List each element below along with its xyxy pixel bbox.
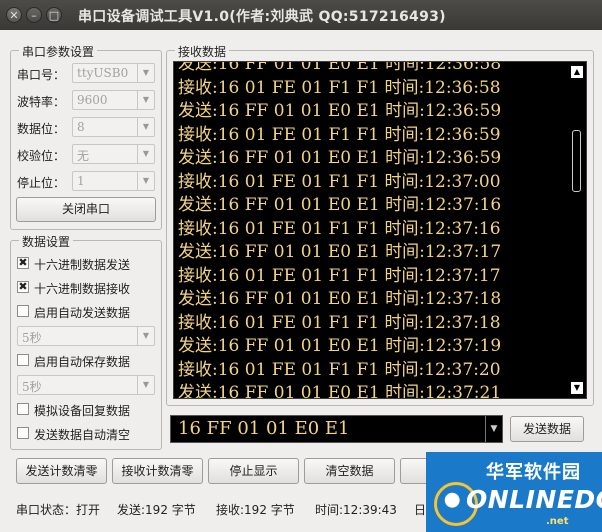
hex-recv-label: 十六进制数据接收 bbox=[34, 282, 131, 296]
scroll-down-icon[interactable]: ▼ bbox=[571, 382, 583, 394]
chevron-down-icon: ▼ bbox=[137, 91, 154, 109]
auto-save-label: 启用自动保存数据 bbox=[34, 355, 131, 369]
hex-send-checkbox[interactable]: ✖ bbox=[17, 257, 29, 269]
port-label: 串口号： bbox=[17, 68, 66, 82]
scroll-up-icon[interactable]: ▲ bbox=[571, 66, 583, 78]
hex-recv-checkbox[interactable]: ✖ bbox=[17, 281, 29, 293]
chevron-down-icon: ▼ bbox=[137, 376, 154, 394]
log-line: 发送:16 FF 01 01 E0 E1 时间:12:37:21 bbox=[178, 383, 502, 399]
receive-lines: 发送:16 FF 01 01 E0 E1 时间:12:36:58 接收:16 0… bbox=[178, 61, 568, 399]
log-line: 发送:16 FF 01 01 E0 E1 时间:12:36:59 bbox=[178, 148, 502, 168]
data-settings-legend: 数据设置 bbox=[19, 233, 74, 250]
close-port-button[interactable]: 关闭串口 bbox=[16, 197, 156, 222]
port-status: 串口状态：打开 bbox=[16, 503, 101, 517]
log-line: 接收:16 01 FE 01 F1 F1 时间:12:37:17 bbox=[178, 265, 501, 286]
log-line: 发送:16 FF 01 01 E0 E1 时间:12:37:17 bbox=[178, 242, 502, 262]
received-bytes: 接收:192 字节 bbox=[216, 503, 295, 517]
maximize-window-icon[interactable]: □ bbox=[46, 7, 62, 23]
auto-save-checkbox[interactable] bbox=[17, 354, 29, 366]
sent-bytes: 发送:192 字节 bbox=[117, 503, 196, 517]
serial-settings-legend: 串口参数设置 bbox=[19, 43, 98, 60]
auto-clear-label: 发送数据自动清空 bbox=[34, 428, 131, 442]
watermark-overlay: 华军软件园 ONLINEDOWN .net bbox=[426, 452, 602, 532]
auto-send-interval-select[interactable]: 5秒 ▼ bbox=[17, 326, 155, 346]
log-line: 发送:16 FF 01 01 E0 E1 时间:12:37:18 bbox=[178, 289, 502, 309]
hex-send-label: 十六进制数据发送 bbox=[34, 258, 131, 272]
port-select[interactable]: ttyUSB0 ▼ bbox=[72, 63, 155, 83]
databits-select[interactable]: 8 ▼ bbox=[72, 117, 155, 137]
clear-data-button[interactable]: 清空数据 bbox=[304, 458, 395, 484]
auto-save-interval-select[interactable]: 5秒 ▼ bbox=[17, 375, 155, 395]
log-line: 接收:16 01 FE 01 F1 F1 时间:12:37:00 bbox=[178, 171, 501, 192]
log-line: 发送:16 FF 01 01 E0 E1 时间:12:36:59 bbox=[178, 101, 502, 121]
baud-select[interactable]: 9600 ▼ bbox=[72, 90, 155, 110]
log-line: 接收:16 01 FE 01 F1 F1 时间:12:37:16 bbox=[178, 218, 501, 239]
auto-clear-checkbox[interactable] bbox=[17, 427, 29, 439]
window-title: 串口设备调试工具V1.0(作者:刘典武 QQ:517216493) bbox=[78, 9, 446, 25]
send-data-button[interactable]: 发送数据 bbox=[510, 416, 584, 442]
simulate-reply-label: 模拟设备回复数据 bbox=[34, 404, 131, 418]
receive-scrollbar[interactable]: ▲ ▼ bbox=[568, 62, 586, 398]
log-line: 接收:16 01 FE 01 F1 F1 时间:12:36:58 bbox=[178, 77, 501, 98]
watermark-sub-text: .net bbox=[546, 516, 569, 527]
watermark-main-text: ONLINEDOWN bbox=[466, 485, 602, 514]
chevron-down-icon: ▼ bbox=[137, 64, 154, 82]
chevron-down-icon: ▼ bbox=[137, 145, 154, 163]
status-time: 时间:12:39:43 bbox=[315, 503, 397, 517]
log-line: 接收:16 01 FE 01 F1 F1 时间:12:37:18 bbox=[178, 312, 501, 333]
close-window-icon[interactable]: ✕ bbox=[6, 7, 22, 23]
title-bar: ✕ – □ 串口设备调试工具V1.0(作者:刘典武 QQ:517216493) bbox=[0, 0, 602, 30]
pause-display-button[interactable]: 停止显示 bbox=[208, 458, 299, 484]
log-line: 接收:16 01 FE 01 F1 F1 时间:12:37:20 bbox=[178, 359, 501, 380]
auto-send-checkbox[interactable] bbox=[17, 305, 29, 317]
receive-textarea[interactable]: 发送:16 FF 01 01 E0 E1 时间:12:36:58 接收:16 0… bbox=[173, 61, 587, 399]
receive-legend: 接收数据 bbox=[175, 43, 230, 60]
watermark-top-text: 华军软件园 bbox=[486, 462, 581, 483]
send-count-clear-button[interactable]: 发送计数清零 bbox=[16, 458, 107, 484]
parity-label: 校验位： bbox=[17, 149, 66, 163]
auto-send-label: 启用自动发送数据 bbox=[34, 306, 131, 320]
recv-count-clear-button[interactable]: 接收计数清零 bbox=[112, 458, 203, 484]
parity-select[interactable]: 无 ▼ bbox=[72, 144, 155, 164]
scroll-thumb[interactable] bbox=[572, 130, 581, 192]
log-line: 接收:16 01 FE 01 F1 F1 时间:12:36:59 bbox=[178, 124, 501, 145]
chevron-down-icon: ▼ bbox=[137, 327, 154, 345]
log-line: 发送:16 FF 01 01 E0 E1 时间:12:37:16 bbox=[178, 195, 502, 215]
status-extra: 日 bbox=[414, 503, 427, 517]
log-line: 发送:16 FF 01 01 E0 E1 时间:12:37:19 bbox=[178, 336, 502, 356]
simulate-reply-checkbox[interactable] bbox=[17, 403, 29, 415]
stopbits-label: 停止位： bbox=[17, 176, 66, 190]
stopbits-select[interactable]: 1 ▼ bbox=[72, 171, 155, 191]
minimize-window-icon[interactable]: – bbox=[26, 7, 42, 23]
baud-label: 波特率： bbox=[17, 95, 66, 109]
chevron-down-icon[interactable]: ▼ bbox=[485, 416, 502, 442]
send-data-input[interactable]: 16 FF 01 01 E0 E1 ▼ bbox=[170, 415, 503, 443]
chevron-down-icon: ▼ bbox=[137, 172, 154, 190]
chevron-down-icon: ▼ bbox=[137, 118, 154, 136]
databits-label: 数据位： bbox=[17, 122, 66, 136]
log-line: 发送:16 FF 01 01 E0 E1 时间:12:36:58 bbox=[178, 61, 502, 74]
